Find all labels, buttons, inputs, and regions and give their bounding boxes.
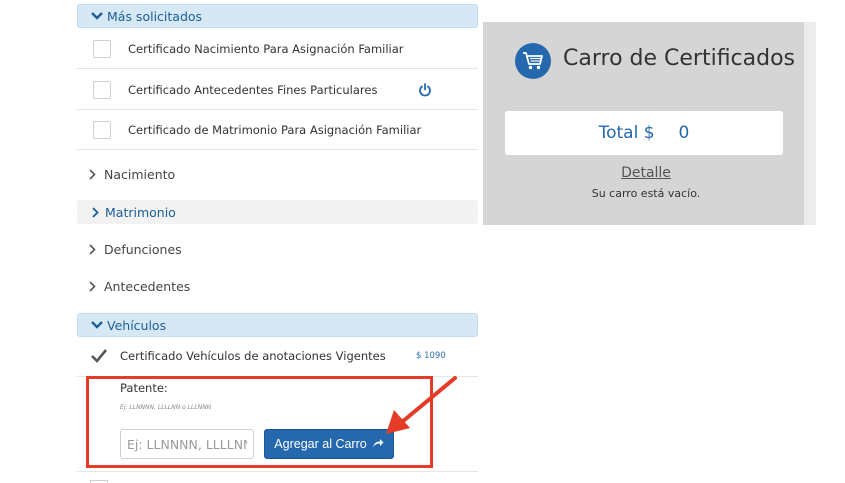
- total-label: Total $: [598, 123, 655, 143]
- chevron-right-icon: [89, 243, 99, 255]
- item-checkbox[interactable]: [93, 81, 111, 99]
- item-label: Certificado Antecedentes Fines Particula…: [128, 82, 378, 97]
- cart-detail-link[interactable]: Detalle: [483, 165, 809, 181]
- item-checkbox[interactable]: [93, 40, 111, 58]
- category-label: Vehículos: [107, 317, 167, 333]
- cart-title: Carro de Certificados: [563, 46, 796, 71]
- chevron-down-icon: [90, 12, 104, 20]
- category-label: Más solicitados: [107, 8, 203, 24]
- total-value: 0: [678, 123, 690, 143]
- category-antecedentes[interactable]: Antecedentes: [77, 274, 478, 298]
- item-label: Certificado de Matrimonio Para Asignació…: [128, 122, 422, 137]
- vehicle-item-label: Certificado Vehículos de anotaciones Vig…: [120, 349, 386, 363]
- cart-panel: Carro de Certificados Total $ 0 Detalle …: [483, 22, 804, 225]
- category-label: Nacimiento: [104, 166, 176, 182]
- chevron-right-icon: [89, 280, 99, 292]
- item-label: Certificado Nacimiento Para Asignación F…: [128, 41, 404, 56]
- category-header-vehiculos[interactable]: Vehículos: [77, 313, 478, 337]
- chevron-down-icon: [90, 321, 104, 329]
- annotation-arrow-icon: [386, 376, 457, 434]
- category-label: Antecedentes: [104, 278, 191, 294]
- list-item-nacimiento-asignacion[interactable]: Certificado Nacimiento Para Asignación F…: [77, 29, 478, 69]
- category-label: Matrimonio: [105, 204, 176, 220]
- checkmark-icon[interactable]: [90, 347, 108, 365]
- list-item-matrimonio-asignacion[interactable]: Certificado de Matrimonio Para Asignació…: [77, 110, 478, 150]
- vehicle-item-price: $ 1090: [416, 351, 446, 361]
- power-icon: [418, 82, 432, 97]
- cart-side-strip: [804, 22, 816, 225]
- category-nacimiento[interactable]: Nacimiento: [77, 162, 478, 186]
- item-checkbox[interactable]: [93, 121, 111, 139]
- category-header-mas-solicitados[interactable]: Más solicitados: [77, 4, 478, 28]
- list-item-antecedentes-particulares[interactable]: Certificado Antecedentes Fines Particula…: [77, 70, 478, 110]
- cart-total-box: Total $ 0: [505, 111, 783, 155]
- divider: [77, 471, 478, 472]
- shopping-cart-icon: [515, 43, 551, 79]
- category-matrimonio[interactable]: Matrimonio: [77, 200, 478, 224]
- cart-empty-message: Su carro está vacío.: [591, 187, 701, 200]
- category-defunciones[interactable]: Defunciones: [77, 237, 478, 261]
- chevron-right-icon: [89, 168, 99, 180]
- chevron-right-icon: [90, 206, 100, 218]
- category-label: Defunciones: [104, 241, 182, 257]
